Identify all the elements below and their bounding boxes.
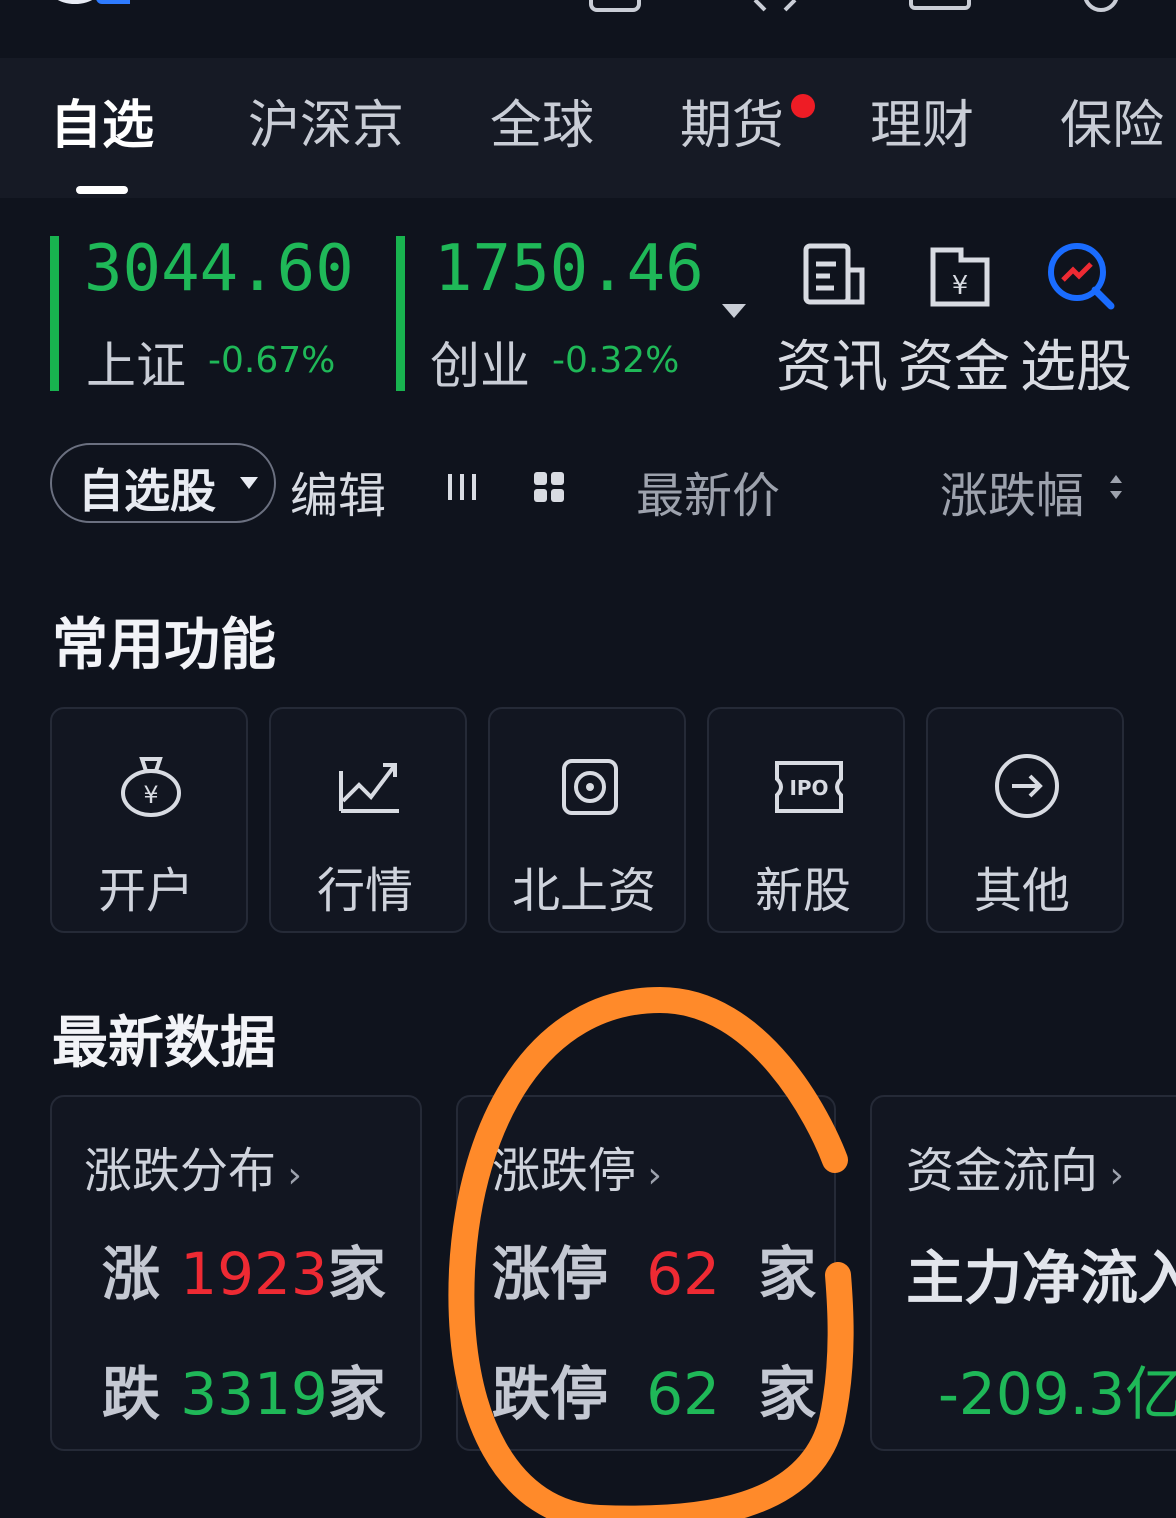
section-title-common: 常用功能 bbox=[52, 613, 276, 678]
card-title-text: 涨跌分布 bbox=[84, 1143, 277, 1199]
unit: 家 bbox=[327, 1240, 386, 1308]
main-net-inflow-value: -209.3亿 bbox=[938, 1360, 1176, 1428]
limit-up-row: 涨停 62 家 bbox=[492, 1227, 816, 1311]
news-icon[interactable] bbox=[800, 240, 870, 310]
tab-watchlist[interactable]: 自选 bbox=[50, 100, 154, 152]
down-count: 3319 bbox=[180, 1360, 328, 1428]
stock-picker-icon[interactable] bbox=[1045, 240, 1115, 310]
card-capital-flow[interactable]: 资金流向 › 主力净流入 -209.3亿 bbox=[870, 1095, 1176, 1451]
tool-label-fund[interactable]: 资金 bbox=[898, 322, 1010, 403]
column-header-price[interactable]: 最新价 bbox=[636, 456, 780, 526]
index-shanghai[interactable]: 3044.60 上证 -0.67% bbox=[50, 232, 370, 395]
money-bag-icon: ¥ bbox=[121, 757, 181, 817]
card-title: 资金流向 › bbox=[906, 1131, 1124, 1201]
hk-flower-icon bbox=[562, 759, 618, 815]
function-label: 北上资 bbox=[512, 863, 657, 919]
active-tab-indicator bbox=[76, 186, 128, 194]
ipo-ticket-icon: IPO bbox=[775, 761, 843, 813]
calendar-icon[interactable] bbox=[905, 0, 975, 14]
card-title-text: 涨跌停 bbox=[492, 1143, 637, 1199]
tool-label-picker[interactable]: 选股 bbox=[1020, 322, 1132, 403]
function-open-account[interactable]: ¥ 开户 bbox=[50, 707, 248, 933]
card-limit-up-down[interactable]: 涨跌停 › 涨停 62 家 跌停 62 家 bbox=[456, 1095, 836, 1451]
index-change: -0.67% bbox=[208, 340, 336, 381]
index-value: 1750.46 bbox=[434, 232, 704, 306]
watchlist-group-label: 自选股 bbox=[78, 464, 216, 518]
tab-global[interactable]: 全球 bbox=[490, 100, 594, 152]
chevron-down-icon[interactable] bbox=[718, 300, 750, 322]
tab-a-shares[interactable]: 沪深京 bbox=[248, 100, 404, 152]
function-label: 行情 bbox=[317, 863, 414, 919]
sort-icon[interactable] bbox=[1106, 470, 1126, 504]
index-name: 创业 bbox=[430, 337, 530, 395]
limit-down-word: 跌停 bbox=[492, 1360, 609, 1428]
up-count: 1923 bbox=[180, 1240, 328, 1308]
index-bar bbox=[50, 236, 59, 391]
card-title-text: 资金流向 bbox=[906, 1143, 1099, 1199]
unit: 家 bbox=[758, 1240, 817, 1308]
fund-icon[interactable]: ¥ bbox=[925, 240, 995, 310]
grid-view-icon[interactable] bbox=[532, 470, 566, 504]
avatar[interactable]: 5 bbox=[30, 0, 158, 24]
svg-text:¥: ¥ bbox=[143, 781, 158, 809]
user-icon[interactable] bbox=[745, 0, 805, 14]
card-title: 涨跌停 › bbox=[492, 1131, 662, 1201]
tab-futures[interactable]: 期货 bbox=[680, 100, 784, 152]
card-up-down-distribution[interactable]: 涨跌分布 › 涨 1923家 跌 3319家 bbox=[50, 1095, 422, 1451]
chart-trend-icon bbox=[339, 763, 399, 813]
limit-up-count: 62 bbox=[646, 1240, 721, 1308]
function-market[interactable]: 行情 bbox=[269, 707, 467, 933]
limit-down-row: 跌停 62 家 bbox=[492, 1347, 816, 1431]
tab-insurance[interactable]: 保险 bbox=[1060, 100, 1164, 152]
function-northbound[interactable]: 北上资 bbox=[488, 707, 686, 933]
function-new-stock[interactable]: IPO 新股 bbox=[707, 707, 905, 933]
search-icon[interactable] bbox=[1075, 0, 1135, 14]
limit-down-count: 62 bbox=[646, 1360, 721, 1428]
chevron-right-icon: › bbox=[276, 1155, 302, 1196]
watchlist-group-selector[interactable]: 自选股 bbox=[50, 443, 276, 523]
card-title: 涨跌分布 › bbox=[84, 1131, 302, 1201]
down-count-row: 跌 3319家 bbox=[102, 1347, 386, 1431]
tool-label-news[interactable]: 资讯 bbox=[776, 322, 888, 403]
top-bar: 5 bbox=[0, 0, 1176, 58]
unit: 家 bbox=[758, 1360, 817, 1428]
up-count-row: 涨 1923家 bbox=[102, 1227, 386, 1311]
index-name: 上证 bbox=[86, 337, 186, 395]
list-view-icon[interactable] bbox=[444, 470, 480, 504]
chevron-right-icon: › bbox=[636, 1155, 662, 1196]
function-other[interactable]: 其他 bbox=[926, 707, 1124, 933]
down-word: 跌 bbox=[102, 1360, 161, 1428]
avatar-badge-icon bbox=[57, 0, 158, 4]
index-bar bbox=[396, 236, 405, 391]
index-chinext[interactable]: 1750.46 创业 -0.32% bbox=[396, 232, 726, 395]
main-net-inflow-label: 主力净流入 bbox=[906, 1244, 1176, 1312]
avatar-badge-number: 5 bbox=[128, 0, 143, 1]
arrow-circle-icon bbox=[995, 754, 1059, 818]
notification-dot bbox=[791, 94, 815, 118]
tab-wealth[interactable]: 理财 bbox=[870, 100, 974, 152]
index-change: -0.32% bbox=[552, 340, 680, 381]
edit-button[interactable]: 编辑 bbox=[290, 456, 386, 526]
function-label: 开户 bbox=[98, 863, 195, 919]
caret-down-icon bbox=[240, 477, 258, 489]
unit: 家 bbox=[327, 1360, 386, 1428]
svg-text:IPO: IPO bbox=[789, 776, 828, 800]
index-value: 3044.60 bbox=[84, 232, 354, 306]
svg-text:¥: ¥ bbox=[952, 271, 969, 301]
function-label: 新股 bbox=[755, 863, 852, 919]
section-title-latest: 最新数据 bbox=[52, 1011, 276, 1076]
function-label: 其他 bbox=[974, 863, 1071, 919]
chevron-right-icon: › bbox=[1098, 1155, 1124, 1196]
up-word: 涨 bbox=[102, 1240, 161, 1308]
limit-up-word: 涨停 bbox=[492, 1240, 609, 1308]
message-icon[interactable] bbox=[585, 0, 645, 14]
column-header-change[interactable]: 涨跌幅 bbox=[940, 456, 1084, 526]
